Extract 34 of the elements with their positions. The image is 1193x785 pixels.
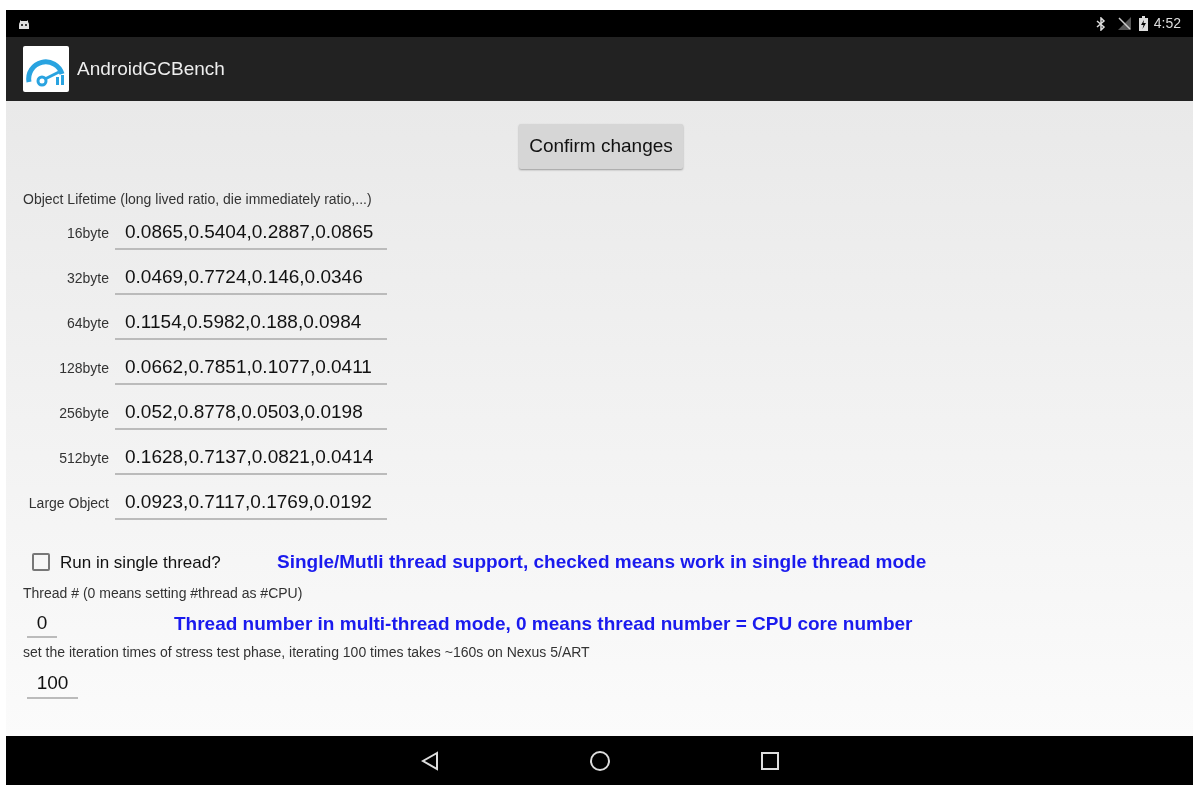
home-icon[interactable] <box>588 749 611 772</box>
status-time: 4:52 <box>1153 14 1181 33</box>
android-icon <box>18 17 30 30</box>
ratio-field[interactable]: 0.0865,0.5404,0.2887,0.0865 <box>115 217 387 250</box>
ratio-field[interactable]: 0.0662,0.7851,0.1077,0.0411 <box>115 352 387 385</box>
size-label: Large Object <box>27 494 109 513</box>
size-label: 512byte <box>58 449 109 468</box>
annotation-note: Thread number in multi-thread mode, 0 means thread number = CPU core number <box>174 611 913 636</box>
checkbox[interactable] <box>32 553 50 572</box>
size-label: 16byte <box>65 224 109 243</box>
bluetooth-icon <box>1095 16 1106 31</box>
ratio-field[interactable]: 0.1628,0.7137,0.0821,0.0414 <box>115 442 387 475</box>
size-label: 32byte <box>65 269 109 288</box>
ratio-field[interactable]: 0.0923,0.7117,0.1769,0.0192 <box>115 487 387 520</box>
confirm-button[interactable]: Confirm changes <box>519 124 683 169</box>
ratio-field[interactable]: 0.052,0.8778,0.0503,0.0198 <box>115 397 387 430</box>
lifetime-heading: Object Lifetime (long lived ratio, die immediately ratio,...) <box>23 190 373 209</box>
iterations-field[interactable]: 100 <box>27 669 78 699</box>
thread-count-label: Thread # (0 means setting #thread as #CPU) <box>23 583 304 603</box>
app-title: AndroidGCBench <box>77 56 225 81</box>
size-label: 64byte <box>65 314 109 333</box>
no-signal-icon <box>1117 17 1131 30</box>
iterations-label: set the iteration times of stress test phase, iterating 100 times takes ~160s on Nexus 5/ART <box>23 643 591 662</box>
size-label: 128byte <box>58 359 109 378</box>
annotation-note: Single/Mutli thread support, checked means work in single thread mode <box>277 550 927 574</box>
battery-icon <box>1138 16 1148 31</box>
gauge-icon <box>23 46 69 92</box>
back-icon[interactable] <box>420 750 439 771</box>
recents-icon[interactable] <box>760 751 779 770</box>
checkbox-label[interactable]: Run in single thread? <box>60 549 221 575</box>
thread-count-field[interactable]: 0 <box>27 609 57 638</box>
ratio-field[interactable]: 0.0469,0.7724,0.146,0.0346 <box>115 262 387 295</box>
size-label: 256byte <box>58 404 109 423</box>
ratio-field[interactable]: 0.1154,0.5982,0.188,0.0984 <box>115 307 387 340</box>
